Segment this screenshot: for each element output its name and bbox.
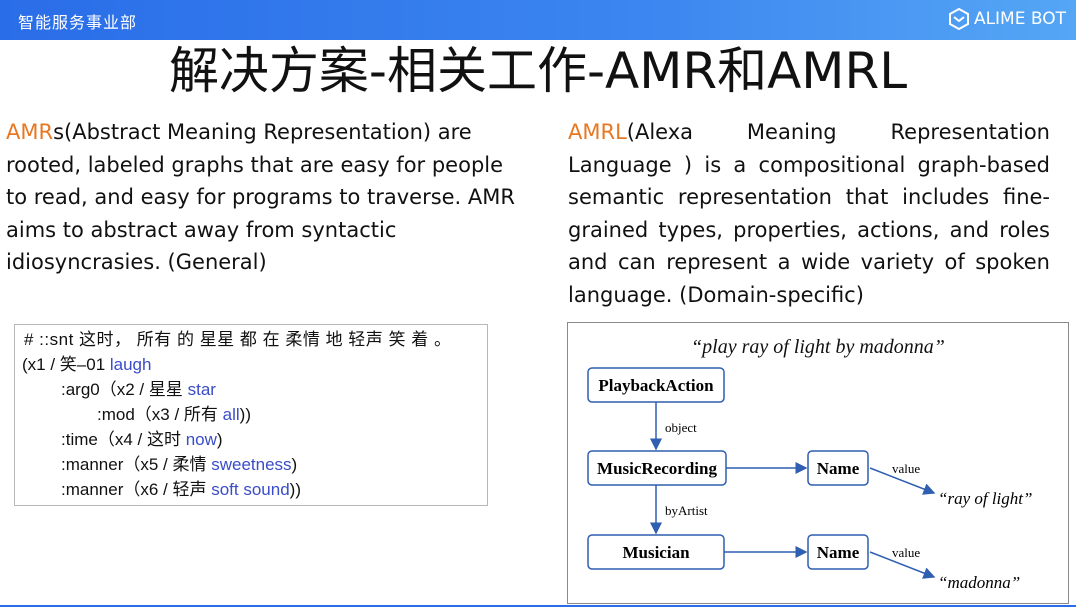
- edge-label-value-2: value: [892, 545, 920, 560]
- svg-text:Name: Name: [817, 459, 860, 478]
- amr-line: :arg0（x2 / 星星 star: [61, 380, 216, 399]
- header-bar: 智能服务事业部 ALIME BOT: [0, 0, 1076, 40]
- value-madonna: “madonna”: [938, 573, 1020, 592]
- value-ray-of-light: “ray of light”: [938, 489, 1032, 508]
- amr-line: :time（x4 / 这时 now): [61, 430, 223, 449]
- amrl-diagram: “play ray of light by madonna” PlaybackA…: [567, 322, 1069, 604]
- diagram-caption: “play ray of light by madonna”: [691, 336, 945, 358]
- brand-label: ALIME BOT: [973, 9, 1066, 29]
- amr-example-box: # ::snt 这时， 所有 的 星星 都 在 柔情 地 轻声 笑 着 。 (x…: [14, 324, 488, 506]
- alime-logo-icon: [948, 8, 969, 30]
- amr-line: :mod（x3 / 所有 all)): [97, 405, 251, 424]
- slide-title: 解决方案-相关工作-AMR和AMRL: [168, 42, 908, 100]
- edge-label-byartist: byArtist: [665, 503, 708, 518]
- edge-label-object: object: [665, 420, 697, 435]
- department-label: 智能服务事业部: [18, 13, 138, 32]
- amrl-accent: AMRL: [568, 120, 627, 144]
- amrl-text: (Alexa Meaning Representation Language )…: [568, 120, 1050, 307]
- node-music-recording: MusicRecording: [587, 450, 727, 486]
- amr-line: :manner（x6 / 轻声 soft sound)): [61, 480, 301, 499]
- edge-label-value-1: value: [892, 461, 920, 476]
- svg-text:MusicRecording: MusicRecording: [597, 459, 717, 478]
- svg-text:PlaybackAction: PlaybackAction: [598, 376, 714, 395]
- amrl-graph: “play ray of light by madonna” PlaybackA…: [587, 336, 1032, 592]
- amr-line-sentence: # ::snt 这时， 所有 的 星星 都 在 柔情 地 轻声 笑 着 。: [24, 330, 452, 349]
- brand-logo: ALIME BOT: [948, 8, 1066, 30]
- node-musician: Musician: [587, 534, 725, 570]
- amrl-description: AMRL(Alexa Meaning Representation Langua…: [568, 116, 1050, 311]
- node-playback-action: PlaybackAction: [587, 367, 725, 403]
- amr-line: (x1 / 笑–01 laugh: [22, 355, 152, 374]
- footer-divider: [0, 605, 1076, 607]
- node-name-2: Name: [807, 534, 869, 570]
- amr-line: :manner（x5 / 柔情 sweetness): [61, 455, 298, 474]
- amr-description: AMRs(Abstract Meaning Representation) ar…: [6, 116, 526, 279]
- node-name-1: Name: [807, 450, 869, 486]
- amr-text: s(Abstract Meaning Representation) are r…: [6, 120, 515, 274]
- amr-accent: AMR: [6, 120, 54, 144]
- svg-text:Musician: Musician: [622, 543, 690, 562]
- svg-text:Name: Name: [817, 543, 860, 562]
